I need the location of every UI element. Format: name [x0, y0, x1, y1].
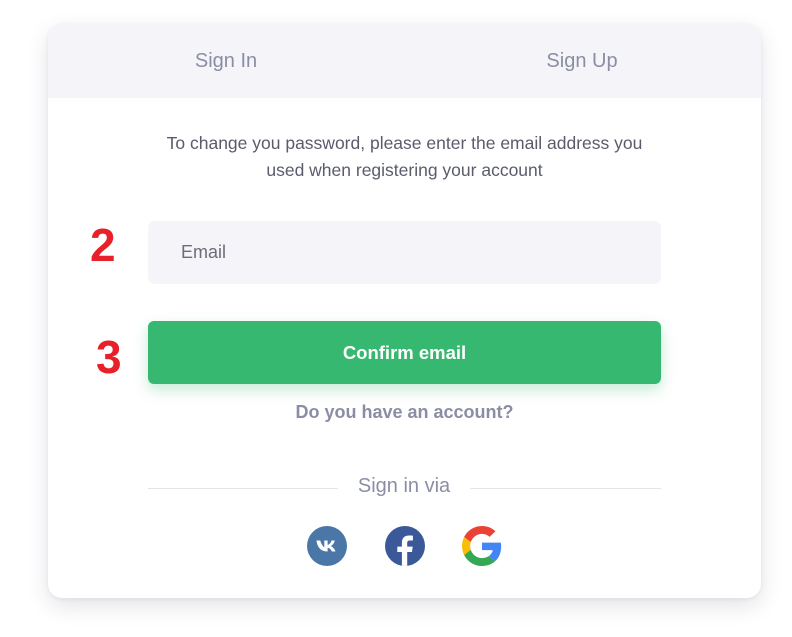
email-field[interactable] [148, 221, 661, 284]
reset-description: To change you password, please enter the… [166, 133, 643, 180]
google-icon[interactable] [462, 526, 502, 566]
divider-left [148, 488, 338, 489]
divider-right [470, 488, 661, 489]
tab-sign-in[interactable]: Sign In [126, 24, 326, 98]
auth-card: Sign In Sign Up To change you password, … [48, 24, 761, 598]
page: Sign In Sign Up To change you password, … [0, 0, 792, 637]
facebook-icon[interactable] [385, 526, 425, 566]
tab-sign-up[interactable]: Sign Up [482, 24, 682, 98]
sign-in-via-label: Sign in via [357, 475, 451, 497]
step-3-annotation: 3 [96, 331, 122, 383]
have-account-link[interactable]: Do you have an account? [148, 402, 661, 423]
auth-tabs: Sign In Sign Up [48, 24, 761, 98]
confirm-email-button[interactable]: Confirm email [148, 321, 661, 384]
step-2-annotation: 2 [90, 219, 116, 271]
vk-icon[interactable] [307, 526, 347, 566]
